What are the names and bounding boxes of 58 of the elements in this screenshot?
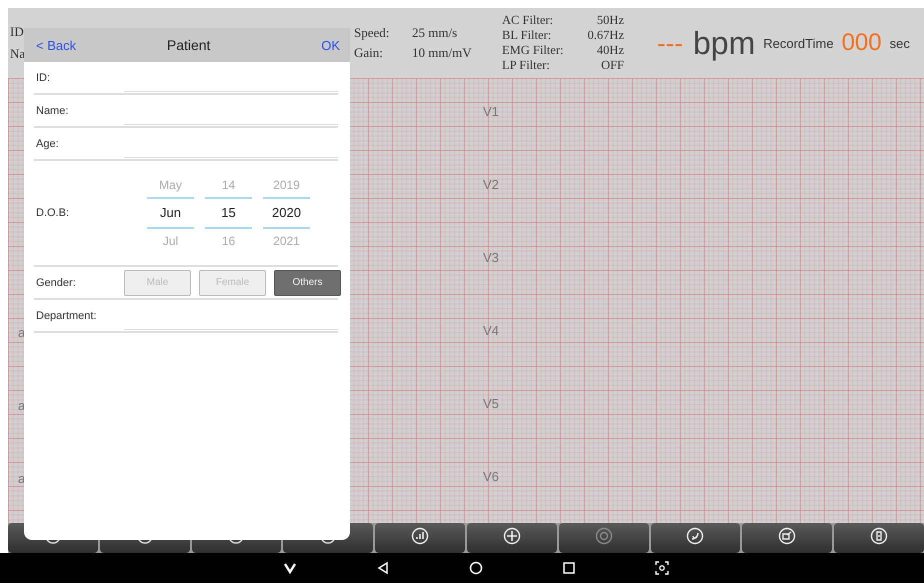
lead-label: V1 bbox=[483, 103, 499, 121]
setting-value: 25 mm/s bbox=[412, 25, 458, 41]
filter-label: BL Filter: bbox=[502, 28, 552, 43]
bar-chart-icon bbox=[411, 527, 430, 545]
picker-option[interactable]: 16 bbox=[205, 227, 252, 253]
picker-option[interactable]: 2019 bbox=[263, 173, 310, 199]
filter-value: 0.67Hz bbox=[588, 28, 624, 43]
record-time-unit: sec bbox=[890, 36, 910, 50]
recents-icon bbox=[562, 561, 576, 575]
toolbar-button[interactable] bbox=[650, 523, 740, 553]
filter-value: OFF bbox=[601, 58, 624, 73]
plus-icon bbox=[502, 527, 521, 545]
export-icon bbox=[778, 527, 796, 545]
screenshot-icon bbox=[655, 561, 669, 575]
picker-option[interactable]: 14 bbox=[205, 173, 252, 199]
picker-option[interactable]: 2021 bbox=[263, 227, 310, 253]
heart-rate: --- bbox=[657, 28, 683, 58]
setting-label: Speed: bbox=[354, 25, 390, 41]
back-button[interactable]: < Back bbox=[36, 38, 76, 52]
id-label: ID bbox=[10, 24, 25, 40]
back-icon bbox=[376, 561, 390, 575]
lead-label: V3 bbox=[483, 249, 499, 267]
field-label: D.O.B: bbox=[35, 207, 70, 219]
field-label: Gender: bbox=[35, 276, 77, 288]
record-time-label: RecordTime bbox=[763, 36, 834, 50]
lead-label: V6 bbox=[483, 468, 499, 486]
picker-option[interactable]: Jul bbox=[147, 227, 194, 253]
field-label: Name: bbox=[35, 104, 70, 116]
field-label: Age: bbox=[35, 138, 60, 150]
ok-button[interactable]: OK bbox=[321, 38, 340, 52]
chevron-down-icon bbox=[283, 561, 297, 575]
toolbar-button[interactable] bbox=[834, 523, 924, 553]
lead-label: V2 bbox=[483, 176, 499, 194]
dialog-title: Patient bbox=[166, 37, 210, 53]
picker-selected-value[interactable]: Jun bbox=[147, 199, 194, 227]
home-icon bbox=[469, 561, 483, 575]
gender-option[interactable]: Others bbox=[274, 270, 341, 296]
lead-label: V4 bbox=[483, 322, 499, 340]
picker-selected-value[interactable]: 2020 bbox=[263, 199, 310, 227]
toolbar-button[interactable] bbox=[466, 523, 557, 553]
filter-label: LP Filter: bbox=[502, 58, 550, 73]
setting-value: 10 mm/mV bbox=[412, 45, 472, 61]
toolbar-button[interactable] bbox=[742, 523, 832, 553]
lead-label: V5 bbox=[483, 395, 499, 413]
filter-value: 50Hz bbox=[596, 13, 624, 28]
name-label: Na bbox=[10, 46, 26, 62]
picker-selected-value[interactable]: 15 bbox=[205, 199, 252, 227]
picker-option[interactable]: May bbox=[147, 173, 194, 199]
exit-icon bbox=[870, 527, 888, 545]
field-label: Department: bbox=[35, 310, 98, 322]
toolbar-button[interactable] bbox=[375, 523, 465, 553]
filter-label: EMG Filter: bbox=[502, 43, 564, 58]
filter-label: AC Filter: bbox=[502, 13, 554, 28]
heart-rate-unit: bpm bbox=[692, 24, 756, 62]
field-label: ID: bbox=[35, 72, 52, 84]
record-time: 000 bbox=[842, 29, 882, 57]
filter-value: 40Hz bbox=[596, 43, 624, 58]
setting-label: Gain: bbox=[354, 45, 384, 61]
